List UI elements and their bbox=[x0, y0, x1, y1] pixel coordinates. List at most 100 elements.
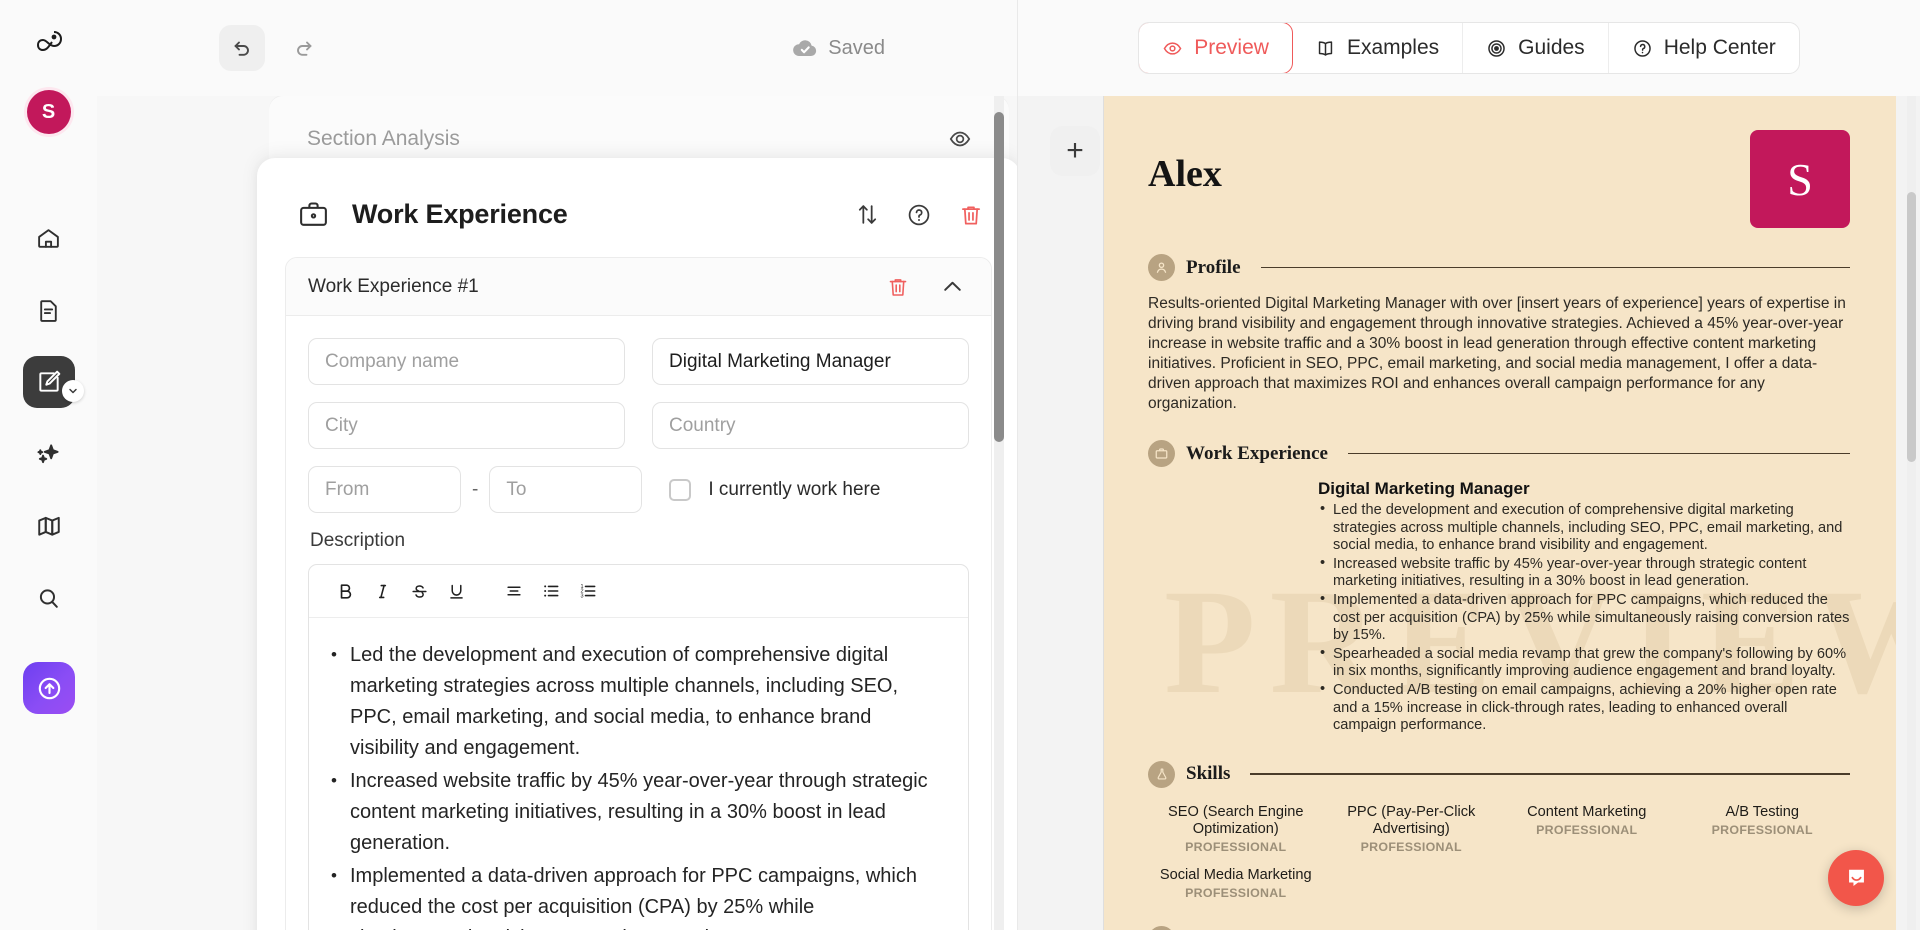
italic-button[interactable] bbox=[364, 573, 401, 610]
section-header: Work Experience bbox=[1148, 440, 1850, 467]
cloud-check-icon bbox=[793, 40, 817, 56]
from-date-input[interactable]: From bbox=[308, 466, 461, 513]
profile-text: Results-oriented Digital Marketing Manag… bbox=[1148, 295, 1846, 412]
country-input[interactable]: Country bbox=[652, 402, 969, 449]
editor-scrollbar-thumb[interactable] bbox=[994, 112, 1004, 442]
resume-content: Alex S Profile Results-oriented Digital … bbox=[1104, 96, 1896, 930]
skill-level: PROFESSIONAL bbox=[1711, 822, 1813, 837]
tab-examples-label: Examples bbox=[1346, 36, 1440, 59]
currently-work-here-checkbox[interactable]: I currently work here bbox=[669, 466, 969, 513]
upgrade-button[interactable] bbox=[23, 662, 75, 714]
chevron-up-icon[interactable] bbox=[940, 274, 965, 299]
skill-item: PPC (Pay-Per-Click Advertising) PROFESSI… bbox=[1324, 804, 1500, 854]
date-range-group: From - To bbox=[308, 466, 643, 513]
company-name-input[interactable]: Company name bbox=[308, 338, 625, 385]
rte-toolbar: 1 2 3 bbox=[309, 565, 968, 618]
rail-nav-list bbox=[22, 212, 84, 624]
bullet-list-button[interactable] bbox=[532, 573, 569, 610]
home-icon bbox=[38, 228, 59, 248]
add-section-button[interactable]: + bbox=[1050, 126, 1100, 176]
skill-item: A/B Testing PROFESSIONAL bbox=[1675, 804, 1851, 854]
sidebar-item-search[interactable] bbox=[23, 572, 75, 624]
section-rule bbox=[1347, 452, 1850, 455]
description-textarea[interactable]: Led the development and execution of com… bbox=[309, 618, 968, 930]
job-bullet-list: Led the development and execution of com… bbox=[1318, 501, 1850, 735]
strikethrough-button[interactable] bbox=[401, 573, 438, 610]
work-experience-entry: Work Experience #1 Company name Digital … bbox=[285, 257, 992, 930]
briefcase-icon bbox=[297, 198, 330, 231]
sidebar-item-ai-assist[interactable] bbox=[23, 428, 75, 480]
tab-guides[interactable]: Guides bbox=[1463, 23, 1609, 73]
sidebar-item-home[interactable] bbox=[23, 212, 75, 264]
tab-help-center-label: Help Center bbox=[1663, 36, 1776, 59]
sparkles-icon bbox=[36, 444, 59, 464]
question-circle-icon bbox=[1633, 39, 1651, 57]
tab-help-center[interactable]: Help Center bbox=[1609, 23, 1799, 73]
book-icon bbox=[1318, 40, 1333, 56]
position-input[interactable]: Digital Marketing Manager bbox=[652, 338, 969, 385]
skill-item: SEO (Search Engine Optimization) PROFESS… bbox=[1148, 804, 1324, 854]
chat-support-button[interactable] bbox=[1828, 850, 1884, 906]
app-logo-icon[interactable] bbox=[27, 18, 71, 62]
section-header: Profile bbox=[1148, 254, 1850, 281]
align-button[interactable] bbox=[495, 573, 532, 610]
skill-name: Social Media Marketing bbox=[1159, 866, 1312, 883]
star-icon bbox=[1148, 925, 1175, 930]
description-label: Description bbox=[310, 530, 406, 551]
row-company-position: Company name Digital Marketing Manager bbox=[308, 338, 969, 385]
list-item: Conducted A/B testing on email campaigns… bbox=[1318, 681, 1850, 735]
city-input[interactable]: City bbox=[308, 402, 625, 449]
tab-guides-label: Guides bbox=[1518, 36, 1585, 59]
skill-name: SEO (Search Engine Optimization) bbox=[1168, 803, 1304, 837]
list-item: Increased website traffic by 45% year-ov… bbox=[331, 765, 944, 859]
preview-scrollbar-thumb[interactable] bbox=[1907, 192, 1916, 462]
description-rich-text-editor: 1 2 3 Led the development and execution … bbox=[308, 564, 969, 930]
numbered-list-button[interactable]: 1 2 3 bbox=[569, 573, 606, 610]
undo-icon bbox=[234, 41, 249, 56]
resume-section-profile: Profile Results-oriented Digital Marketi… bbox=[1148, 254, 1850, 414]
list-item: Implemented a data-driven approach for P… bbox=[1318, 591, 1850, 645]
delete-section-button[interactable] bbox=[958, 202, 984, 228]
section-rule bbox=[1250, 773, 1850, 776]
section-rule bbox=[1260, 266, 1850, 269]
briefcase-icon bbox=[1148, 440, 1175, 467]
person-icon bbox=[1148, 254, 1175, 281]
sidebar-item-editor[interactable] bbox=[22, 356, 84, 408]
entry-label: Work Experience #1 bbox=[308, 275, 479, 297]
sort-arrows-icon[interactable] bbox=[855, 202, 880, 227]
editor-toolbar: Saved bbox=[97, 0, 1017, 96]
chevron-down-icon[interactable] bbox=[61, 380, 84, 402]
document-icon bbox=[40, 299, 57, 322]
edit-square-icon bbox=[38, 370, 60, 392]
resume-photo: S bbox=[1750, 130, 1850, 228]
target-icon bbox=[1488, 39, 1505, 57]
question-circle-icon[interactable] bbox=[906, 202, 932, 228]
checkbox-box[interactable] bbox=[669, 478, 692, 501]
skill-name: A/B Testing bbox=[1725, 803, 1800, 820]
entry-header[interactable]: Work Experience #1 bbox=[286, 258, 991, 316]
section-header: Skills bbox=[1148, 760, 1850, 788]
underline-button[interactable] bbox=[438, 573, 475, 610]
list-item: Implemented a data-driven approach for P… bbox=[331, 860, 944, 930]
left-nav-rail: S bbox=[0, 0, 97, 930]
delete-entry-button[interactable] bbox=[886, 275, 910, 299]
arrow-up-circle-icon bbox=[38, 677, 60, 699]
work-experience-card: Work Experience Work Experience #1 Compa… bbox=[257, 158, 1017, 930]
eye-target-icon[interactable] bbox=[947, 126, 973, 152]
user-avatar[interactable]: S bbox=[26, 90, 71, 134]
to-date-input[interactable]: To bbox=[489, 466, 643, 513]
tab-preview[interactable]: Preview bbox=[1139, 23, 1293, 73]
undo-button[interactable] bbox=[219, 25, 265, 71]
skill-name: Content Marketing bbox=[1527, 803, 1647, 820]
work-experience-header: Work Experience bbox=[257, 158, 1017, 257]
tab-examples[interactable]: Examples bbox=[1292, 23, 1464, 73]
sidebar-item-map[interactable] bbox=[23, 500, 75, 552]
redo-button[interactable] bbox=[281, 25, 327, 71]
skill-level: PROFESSIONAL bbox=[1536, 822, 1638, 837]
date-separator: - bbox=[472, 478, 479, 500]
skill-name: PPC (Pay-Per-Click Advertising) bbox=[1347, 803, 1476, 837]
job-entry: Digital Marketing Manager Led the develo… bbox=[1148, 479, 1850, 735]
avatar-initial: S bbox=[41, 100, 56, 123]
bold-button[interactable] bbox=[327, 573, 364, 610]
sidebar-item-documents[interactable] bbox=[23, 284, 75, 336]
